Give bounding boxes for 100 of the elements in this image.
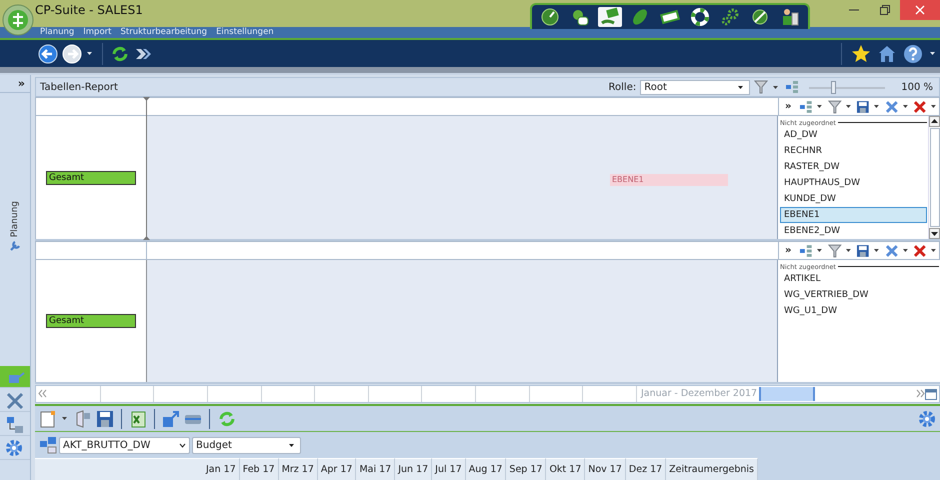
sidebar-tool[interactable] — [0, 438, 30, 460]
list-item[interactable]: WG_U1_DW — [780, 303, 939, 320]
sidebar-tool[interactable] — [0, 414, 30, 436]
restore-icon — [880, 5, 890, 15]
column-header[interactable]: Okt 17 — [546, 458, 586, 480]
hierarchy-icon — [5, 414, 25, 434]
tree-icon[interactable] — [799, 244, 814, 258]
list-item[interactable]: RASTER_DW — [780, 159, 927, 176]
date-range: Januar - Dezember 2017 — [641, 388, 758, 400]
slider-thumb[interactable] — [831, 80, 836, 94]
spreadsheet-icon[interactable] — [129, 410, 147, 428]
caret-icon[interactable] — [930, 248, 937, 254]
caret-icon[interactable] — [930, 104, 937, 110]
caret-icon[interactable] — [844, 104, 852, 110]
menu-item[interactable]: Import — [83, 27, 112, 38]
column-header[interactable]: Nov 17 — [585, 458, 626, 480]
scroll-down-icon[interactable] — [929, 228, 940, 240]
delete-icon[interactable] — [913, 244, 928, 258]
caret-icon[interactable] — [61, 416, 68, 421]
row-label: Gesamt — [46, 170, 136, 185]
caret-icon[interactable] — [873, 248, 880, 254]
save-icon[interactable] — [856, 244, 870, 258]
calendar-icon[interactable] — [925, 388, 937, 400]
scroll-thumb[interactable] — [930, 128, 940, 228]
ring-icon — [690, 7, 710, 27]
structure-icon[interactable] — [39, 436, 57, 454]
column-header[interactable]: Mai 17 — [356, 458, 396, 480]
list-item[interactable]: WG_VERTRIEB_DW — [780, 287, 939, 304]
tree-icon[interactable] — [799, 100, 814, 114]
menu-item[interactable]: Einstellungen — [216, 27, 274, 38]
back-icon[interactable] — [38, 44, 58, 64]
menu-item[interactable]: Planung — [40, 27, 74, 38]
new-document-icon[interactable] — [39, 410, 57, 428]
expand-button[interactable]: » — [785, 101, 792, 112]
caret-icon[interactable] — [816, 248, 823, 254]
save-icon[interactable] — [96, 410, 114, 428]
column-header[interactable]: Zeitraumergebnis — [666, 458, 758, 480]
close-icon — [915, 5, 925, 15]
tools-icon — [5, 390, 25, 410]
expand-button[interactable]: » — [785, 245, 792, 256]
column-header[interactable]: Jan 17 — [203, 458, 240, 480]
list-item[interactable]: EBENE1 — [780, 207, 927, 224]
column-header[interactable]: Sep 17 — [506, 458, 546, 480]
forward-icon[interactable] — [62, 44, 82, 64]
star-icon[interactable] — [851, 44, 871, 64]
close-button[interactable] — [900, 0, 940, 20]
caret-icon[interactable] — [816, 104, 823, 110]
column-header[interactable]: Mrz 17 — [278, 458, 318, 480]
export-icon[interactable] — [162, 410, 180, 428]
list-item[interactable]: EBENE2_DW — [780, 223, 927, 240]
scroll-left-icon[interactable] — [38, 389, 47, 398]
column-header[interactable]: Dez 17 — [626, 458, 666, 480]
list-item[interactable]: HAUPTHAUS_DW — [780, 175, 927, 192]
module-tab[interactable] — [688, 7, 712, 27]
caret-icon[interactable] — [902, 104, 908, 110]
scroll-up-icon[interactable] — [929, 116, 940, 128]
caret-icon[interactable] — [844, 248, 852, 254]
caret-icon[interactable] — [86, 51, 93, 56]
window-title: CP-Suite - SALES1 — [35, 3, 143, 17]
save-icon[interactable] — [856, 100, 870, 114]
caret-icon[interactable] — [873, 104, 880, 110]
tree-icon[interactable] — [785, 80, 800, 94]
home-icon[interactable] — [877, 44, 897, 64]
list-item[interactable]: KUNDE_DW — [780, 191, 927, 208]
sidebar-label[interactable]: Planung — [10, 201, 20, 238]
caret-icon[interactable] — [929, 51, 936, 56]
splitter-icon[interactable] — [142, 97, 151, 240]
caret-icon[interactable] — [737, 84, 744, 90]
expand-button[interactable]: » — [0, 75, 30, 93]
filter-icon[interactable] — [828, 100, 842, 114]
role-select[interactable]: Root — [640, 80, 750, 95]
delete-icon[interactable] — [913, 100, 928, 114]
filter-icon[interactable] — [828, 244, 842, 258]
row-label: Gesamt — [46, 314, 136, 328]
column-header[interactable]: Apr 17 — [318, 458, 356, 480]
menu-item[interactable]: Strukturbearbeitung — [120, 27, 208, 38]
caret-icon[interactable] — [902, 248, 908, 254]
settings-icon[interactable] — [918, 410, 936, 428]
minimize-icon — [848, 9, 858, 11]
report-title: Tabellen-Report — [40, 82, 118, 93]
caret-icon[interactable] — [288, 442, 295, 448]
scrollbar[interactable] — [928, 116, 940, 240]
help-icon[interactable] — [903, 44, 923, 64]
list-item[interactable]: RECHNR — [780, 143, 927, 160]
column-header[interactable]: Feb 17 — [240, 458, 279, 480]
list-item[interactable]: AD_DW — [780, 127, 927, 144]
chevron-icon — [179, 442, 186, 448]
list-item[interactable]: ARTIKEL — [780, 271, 939, 288]
column-header[interactable]: Aug 17 — [466, 458, 506, 480]
measure-select[interactable]: AKT_BRUTTO_DW — [59, 436, 190, 454]
leaf-icon — [630, 7, 650, 27]
column-header[interactable]: Jun 17 — [395, 458, 432, 480]
range-handle[interactable] — [759, 386, 816, 401]
people-icon — [780, 7, 800, 27]
gear-icon — [5, 438, 25, 458]
sidebar-tool[interactable] — [0, 390, 30, 412]
version-select[interactable]: Budget — [192, 436, 301, 454]
caret-icon[interactable] — [772, 84, 780, 90]
scroll-right-icon[interactable] — [916, 389, 925, 398]
column-header[interactable]: Jul 17 — [432, 458, 466, 480]
